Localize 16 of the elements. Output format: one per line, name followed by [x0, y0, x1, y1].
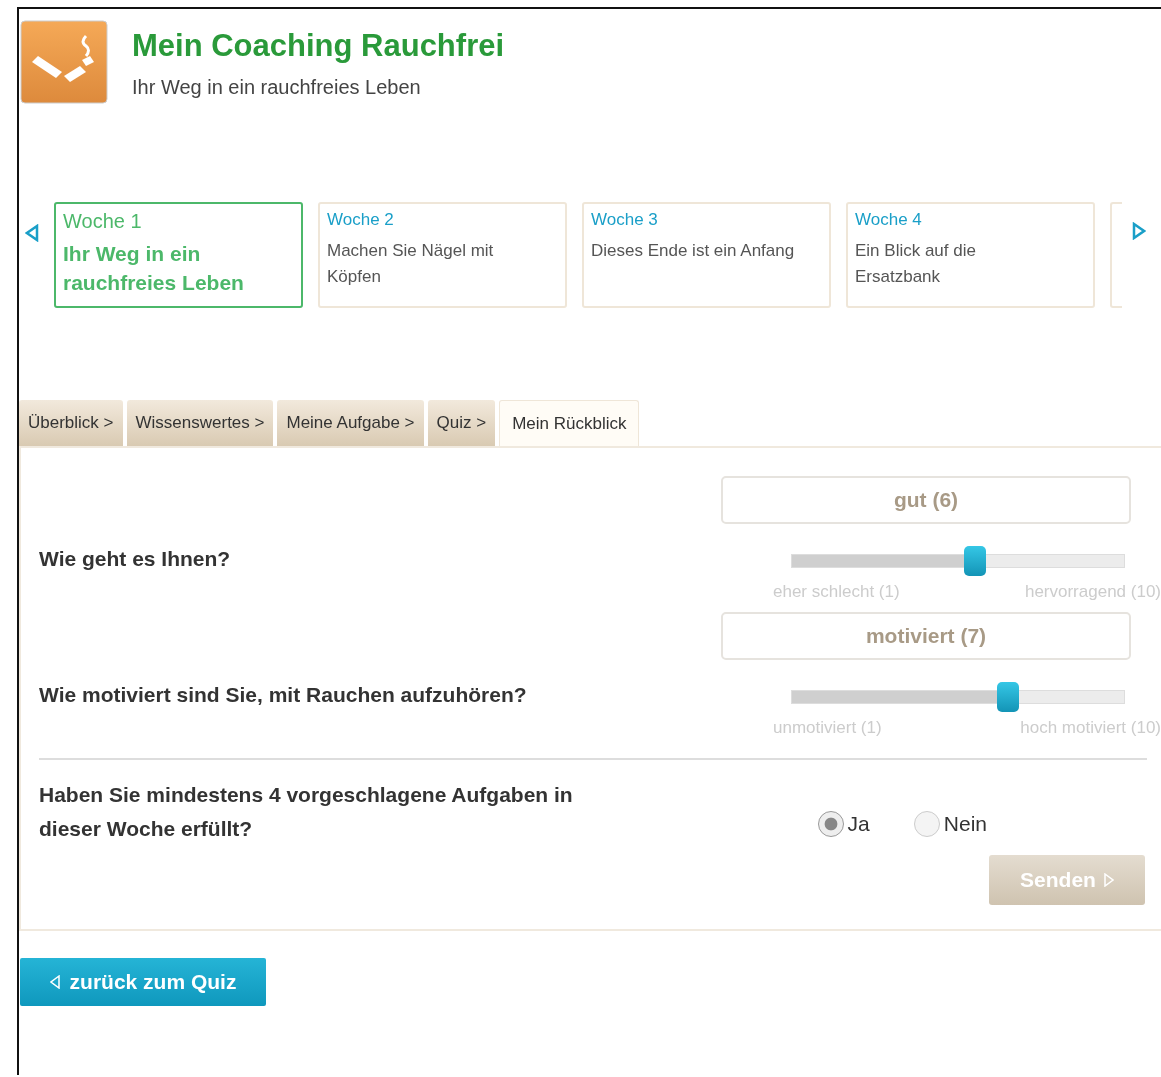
tab[interactable]: Wissenswertes > [126, 400, 274, 446]
app-subtitle: Ihr Weg in ein rauchfreies Leben [132, 76, 422, 99]
value-display: motiviert (7) [721, 612, 1131, 660]
tab[interactable]: Überblick > [19, 400, 123, 446]
question-text: Wie motiviert sind Sie, mit Rauchen aufzuhören? [39, 683, 527, 707]
week-card[interactable]: Woche 2 Machen Sie Nägel mit Köpfen [318, 202, 567, 308]
question-text: Wie geht es Ihnen? [39, 547, 231, 571]
value-display: gut (6) [721, 476, 1131, 524]
question-text: Haben Sie mindestens 4 vorgeschlagene Aufgaben in dieser Woche erfüllt? [39, 782, 574, 842]
week-card[interactable]: Woche 3 Dieses Ende ist ein Anfang [582, 202, 831, 308]
week-card[interactable]: Woche 4 Ein Blick auf die Ersatzbank [846, 202, 1095, 308]
tab[interactable]: Quiz > [427, 400, 496, 446]
radio-option[interactable]: Nein [913, 810, 987, 837]
tab[interactable]: Mein Rückblick [499, 400, 640, 446]
app-title: Mein Coaching Rauchfrei [132, 28, 505, 64]
tab[interactable]: Meine Aufgabe > [277, 400, 424, 446]
